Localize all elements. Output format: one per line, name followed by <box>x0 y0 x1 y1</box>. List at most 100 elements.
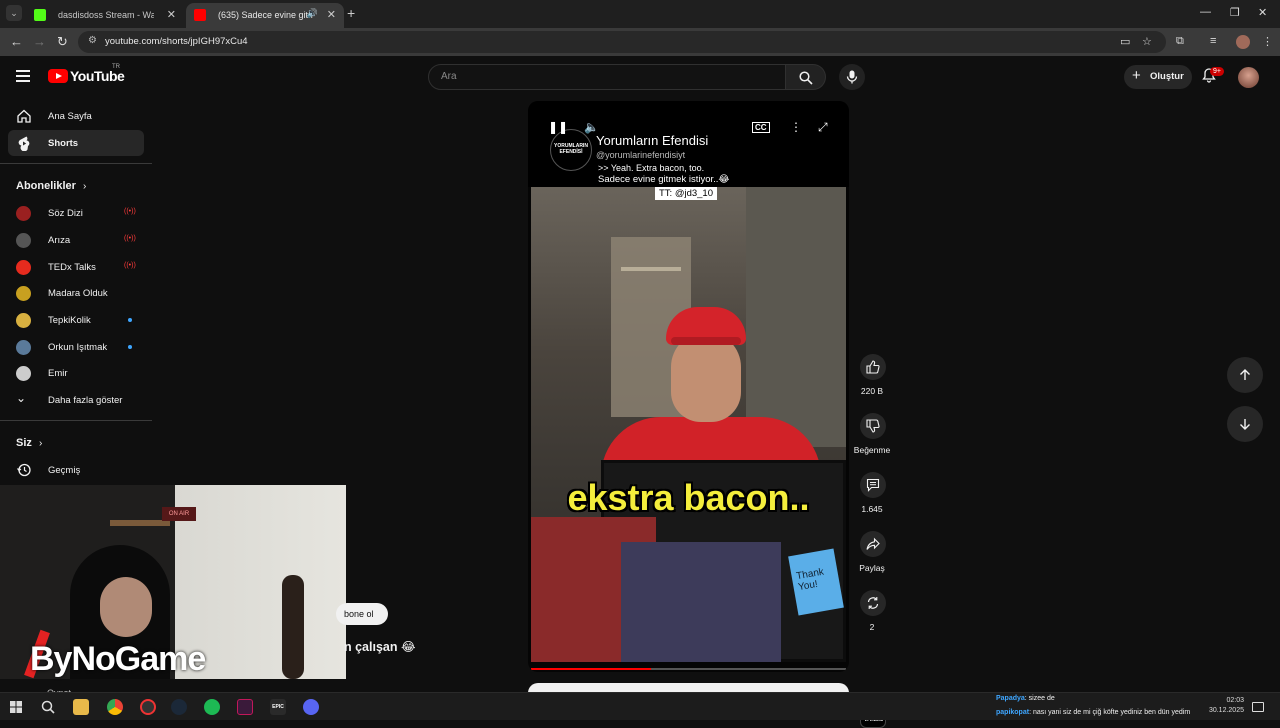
kick-icon <box>34 9 46 21</box>
browser-tab-youtube[interactable]: (635) Sadece evine gitmek 🔊 ✕ <box>186 3 344 28</box>
subtitle-line: >> Yeah. Extra bacon, too. <box>598 163 705 173</box>
steam-icon[interactable] <box>171 699 187 715</box>
country-code: TR <box>112 64 120 70</box>
channel-avatar <box>16 260 31 275</box>
sidebar-item-label: TEDx Talks <box>48 262 96 273</box>
more-options-icon[interactable]: ⋮ <box>790 120 802 134</box>
speaker-icon[interactable]: 🔊 <box>307 8 318 19</box>
epic-games-icon[interactable]: EPIC <box>270 699 286 715</box>
chrome-icon[interactable] <box>107 699 123 715</box>
tab-title: (635) Sadece evine gitmek <box>218 10 314 20</box>
subscribe-chip[interactable]: bone ol <box>336 603 388 625</box>
notification-center-icon[interactable] <box>1252 702 1264 712</box>
menu-dots-icon[interactable]: ⋮ <box>1262 35 1273 48</box>
volume-icon[interactable]: 🔈 <box>584 120 599 134</box>
like-button[interactable] <box>860 354 886 380</box>
spotify-icon[interactable] <box>204 699 220 715</box>
sidebar-item-history[interactable]: Geçmiş <box>8 457 144 483</box>
tab-search-button[interactable]: ⌄ <box>6 5 22 21</box>
remix-button[interactable] <box>860 590 886 616</box>
dislike-label: Beğenme <box>853 445 891 455</box>
shorts-player[interactable]: YORUMLARIN EFENDİSİ Yorumların Efendisi … <box>528 101 849 672</box>
comments-button[interactable] <box>860 472 886 498</box>
channel-logo[interactable]: YORUMLARIN EFENDİSİ <box>550 129 592 171</box>
app-icon[interactable] <box>140 699 156 715</box>
sidebar-item-soz-dizi[interactable]: Söz Dizi ((•)) <box>8 200 144 226</box>
share-button[interactable] <box>860 531 886 557</box>
previous-short-button[interactable] <box>1227 357 1263 393</box>
windows-taskbar: EPIC Papadya: sizee de papikopat: nası y… <box>0 692 1280 720</box>
channel-avatar <box>16 233 31 248</box>
address-bar[interactable]: ⚙ youtube.com/shorts/jpIGH97xCu4 <box>78 31 1166 53</box>
voice-search-button[interactable] <box>839 64 865 90</box>
streamer-face <box>100 577 152 637</box>
you-heading[interactable]: Siz › <box>16 437 42 449</box>
sidebar-item-label: Emir <box>48 368 68 379</box>
video-caption: ekstra bacon.. <box>567 477 810 518</box>
video-progress-bar[interactable] <box>531 668 846 670</box>
fullscreen-icon[interactable]: ⤢ <box>818 120 828 135</box>
close-icon[interactable]: ✕ <box>167 8 176 21</box>
channel-avatar <box>16 206 31 221</box>
profile-avatar[interactable] <box>1236 35 1250 49</box>
file-explorer-icon[interactable] <box>73 699 89 715</box>
hamburger-menu-icon[interactable] <box>16 70 30 82</box>
channel-avatar <box>16 340 31 355</box>
reload-button[interactable]: ↻ <box>57 34 68 50</box>
clock-date[interactable]: 30.12.2025 <box>1208 707 1244 714</box>
search-input[interactable]: Ara <box>428 64 786 90</box>
sidebar-item-tedx[interactable]: TEDx Talks ((•)) <box>8 254 144 280</box>
sidebar-show-more[interactable]: ⌄ Daha fazla göster <box>8 387 144 413</box>
media-icon[interactable]: ≡ <box>1210 35 1216 47</box>
restore-button[interactable]: ❐ <box>1230 6 1240 19</box>
close-icon[interactable]: ✕ <box>327 8 336 21</box>
youtube-icon <box>194 9 206 21</box>
search-button[interactable] <box>786 64 826 90</box>
subscriptions-heading[interactable]: Abonelikler › <box>16 180 86 192</box>
thumbs-down-icon <box>866 419 880 433</box>
clock-time[interactable]: 02:03 <box>1208 697 1244 704</box>
account-avatar[interactable] <box>1238 67 1259 88</box>
browser-tab-kick[interactable]: dasdisdoss Stream - Watch Live ✕ <box>26 3 184 28</box>
cast-icon[interactable]: ▭ <box>1120 35 1130 48</box>
site-info-icon[interactable]: ⚙ <box>88 35 97 46</box>
pause-icon[interactable]: ❚❚ <box>548 120 568 134</box>
video-frame[interactable]: TT: @jd3_10 Thank You! ekstra bacon.. <box>531 187 846 662</box>
create-label: Oluştur <box>1150 71 1184 82</box>
youtube-play-icon <box>48 69 68 83</box>
url-text: youtube.com/shorts/jpIGH97xCu4 <box>105 36 248 47</box>
sidebar-item-tepkikolik[interactable]: TepkiKolik <box>8 307 144 333</box>
minimize-button[interactable]: — <box>1200 6 1211 18</box>
forward-button[interactable]: → <box>33 34 46 49</box>
arrow-down-icon <box>1240 419 1250 430</box>
share-label: Paylaş <box>859 563 885 573</box>
close-window-button[interactable]: ✕ <box>1258 6 1267 19</box>
sidebar-item-label: Arıza <box>48 235 71 246</box>
new-tab-button[interactable]: + <box>347 5 355 21</box>
app-icon-2[interactable] <box>237 699 253 715</box>
arrow-up-icon <box>1240 369 1250 380</box>
captions-icon[interactable]: CC <box>752 122 770 133</box>
taskbar-search-icon[interactable] <box>40 699 56 715</box>
discord-icon[interactable] <box>303 699 319 715</box>
back-button[interactable]: ← <box>10 34 23 49</box>
sidebar-item-home[interactable]: Ana Sayfa <box>8 103 144 129</box>
comment-fragment: n çalışan 😂 <box>344 640 416 654</box>
sidebar-item-orkun-isitmak[interactable]: Orkun Işıtmak <box>8 334 144 360</box>
live-indicator-icon: ((•)) <box>124 235 136 242</box>
share-icon <box>866 537 880 550</box>
sidebar-item-shorts[interactable]: Shorts <box>8 130 144 156</box>
windows-start-icon[interactable] <box>8 699 24 715</box>
create-button[interactable]: + Oluştur <box>1124 65 1192 89</box>
kitchen-wall <box>746 187 846 447</box>
next-short-button[interactable] <box>1227 406 1263 442</box>
bookmark-star-icon[interactable]: ☆ <box>1142 35 1152 48</box>
video-header: YORUMLARIN EFENDİSİ Yorumların Efendisi … <box>528 101 849 187</box>
home-icon <box>17 109 31 123</box>
sidebar-item-ariza[interactable]: Arıza ((•)) <box>8 227 144 253</box>
sidebar-item-emir[interactable]: Emir <box>8 360 144 386</box>
channel-name[interactable]: Yorumların Efendisi <box>596 133 708 148</box>
dislike-button[interactable] <box>860 413 886 439</box>
extensions-icon[interactable]: ⧉ <box>1176 35 1184 48</box>
sidebar-item-madara-olduk[interactable]: Madara Olduk <box>8 280 144 306</box>
